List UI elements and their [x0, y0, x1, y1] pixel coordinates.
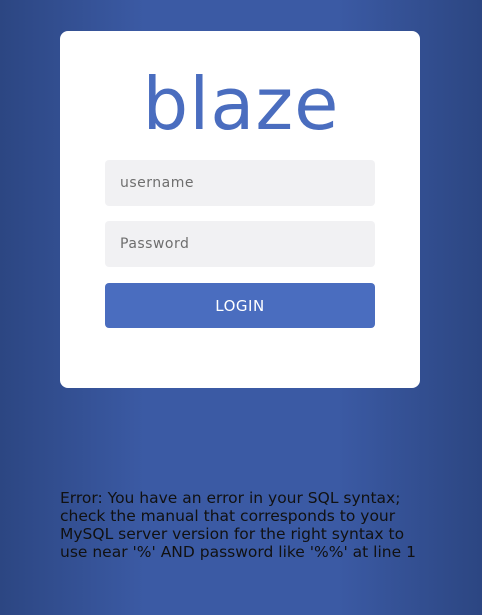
blaze-logo: blaze: [142, 62, 340, 146]
sql-error-message: Error: You have an error in your SQL syn…: [60, 489, 416, 561]
password-input[interactable]: [105, 221, 375, 267]
login-button[interactable]: LOGIN: [105, 283, 375, 328]
username-input[interactable]: [105, 160, 375, 206]
